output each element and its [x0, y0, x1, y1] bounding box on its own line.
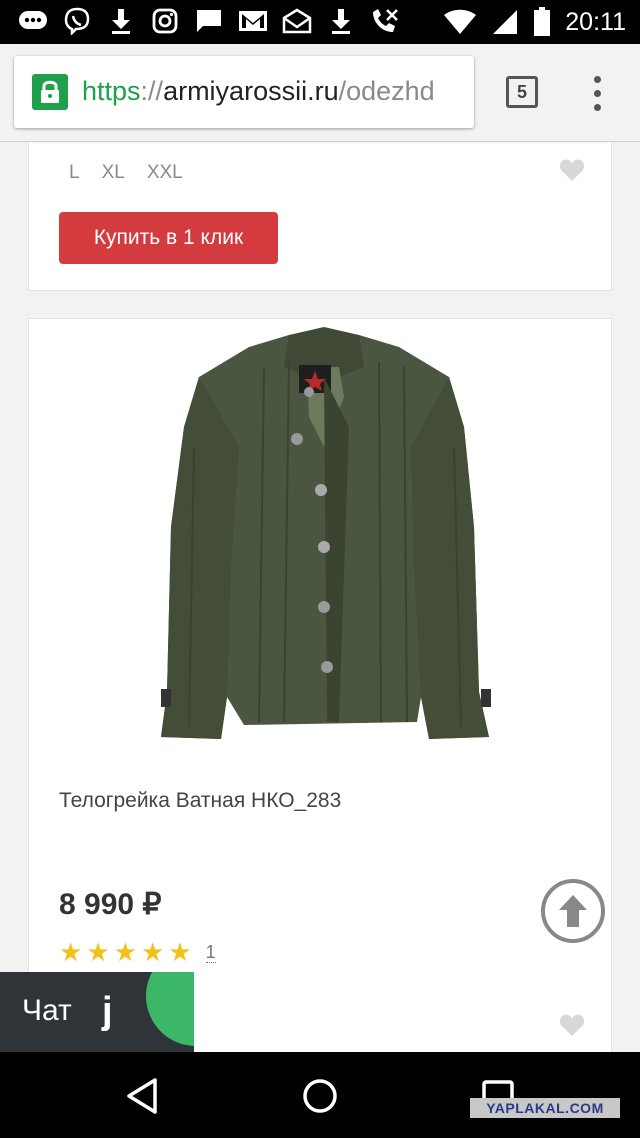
- star-icon: ★: [168, 937, 192, 967]
- download-icon: [106, 6, 136, 36]
- product-card[interactable]: Телогрейка Ватная НКО_283 8 990 ₽ ★ ★ ★ …: [28, 318, 612, 1052]
- product-price: 8 990 ₽: [59, 888, 162, 921]
- instagram-icon: [150, 6, 180, 36]
- rating: ★ ★ ★ ★ ★ 1: [59, 939, 216, 965]
- star-icon: ★: [140, 937, 165, 967]
- gmail-icon: [238, 6, 268, 36]
- navigation-bar: [0, 1052, 640, 1138]
- battery-icon: [534, 7, 551, 36]
- arrow-up-icon: [559, 895, 587, 927]
- url-path: /odezhd: [338, 76, 435, 106]
- favorite-heart-icon[interactable]: [559, 1013, 585, 1037]
- buy-one-click-button[interactable]: Купить в 1 клик: [59, 212, 278, 264]
- tab-switcher-button[interactable]: 5: [506, 76, 538, 108]
- download-icon-2: [326, 6, 356, 36]
- chat-label: Чат: [22, 994, 72, 1027]
- scroll-to-top-button[interactable]: [541, 879, 605, 943]
- url-text[interactable]: https://armiyarossii.ru/odezhd: [82, 76, 435, 107]
- menu-dot: [594, 104, 601, 111]
- missed-call-icon: [370, 6, 400, 36]
- product-image[interactable]: [149, 327, 499, 752]
- jivo-logo-icon: j: [102, 990, 113, 1032]
- chat-bubble-icon: [194, 6, 224, 36]
- product-title[interactable]: Телогрейка Ватная НКО_283: [59, 789, 341, 813]
- notification-icons: [18, 6, 400, 36]
- review-count-link[interactable]: 1: [205, 942, 216, 963]
- browser-toolbar: https://armiyarossii.ru/odezhd 5: [0, 44, 640, 142]
- url-host: armiyarossii.ru: [163, 76, 339, 106]
- system-status: 20:11: [443, 0, 626, 44]
- menu-dot: [594, 90, 601, 97]
- viber-icon: [62, 6, 92, 36]
- size-option[interactable]: XXL: [147, 162, 183, 184]
- signal-icon: [493, 10, 518, 34]
- home-icon[interactable]: [301, 1077, 339, 1115]
- messages-icon: [18, 6, 48, 36]
- page-content: L XL XXL Купить в 1 клик Телогрейка Ватн…: [0, 143, 640, 1052]
- size-option[interactable]: L: [69, 162, 80, 184]
- star-icon: ★: [59, 937, 83, 967]
- size-option[interactable]: XL: [102, 162, 125, 184]
- overflow-menu-button[interactable]: [588, 74, 608, 114]
- status-bar: 20:11: [0, 0, 640, 44]
- size-options: L XL XXL: [69, 162, 183, 184]
- wifi-icon: [444, 9, 477, 34]
- clock: 20:11: [565, 7, 626, 36]
- address-bar[interactable]: https://armiyarossii.ru/odezhd: [14, 56, 474, 128]
- url-separator: ://: [140, 76, 164, 106]
- back-icon[interactable]: [124, 1076, 160, 1116]
- mail-icon: [282, 6, 312, 36]
- lock-icon[interactable]: [32, 74, 68, 110]
- watermark: YAPLAKAL.COM: [470, 1098, 620, 1118]
- screen: 20:11 https://armiyarossii.ru/odezhd 5 L…: [0, 0, 640, 1138]
- star-icon: ★: [86, 937, 110, 967]
- chat-logo-shape: [146, 972, 194, 1046]
- star-icon: ★: [113, 937, 137, 967]
- menu-dot: [594, 76, 601, 83]
- chat-widget[interactable]: Чат j: [0, 972, 194, 1052]
- favorite-heart-icon[interactable]: [559, 158, 585, 182]
- previous-product-card: L XL XXL Купить в 1 клик: [28, 143, 612, 291]
- url-scheme: https: [82, 76, 141, 106]
